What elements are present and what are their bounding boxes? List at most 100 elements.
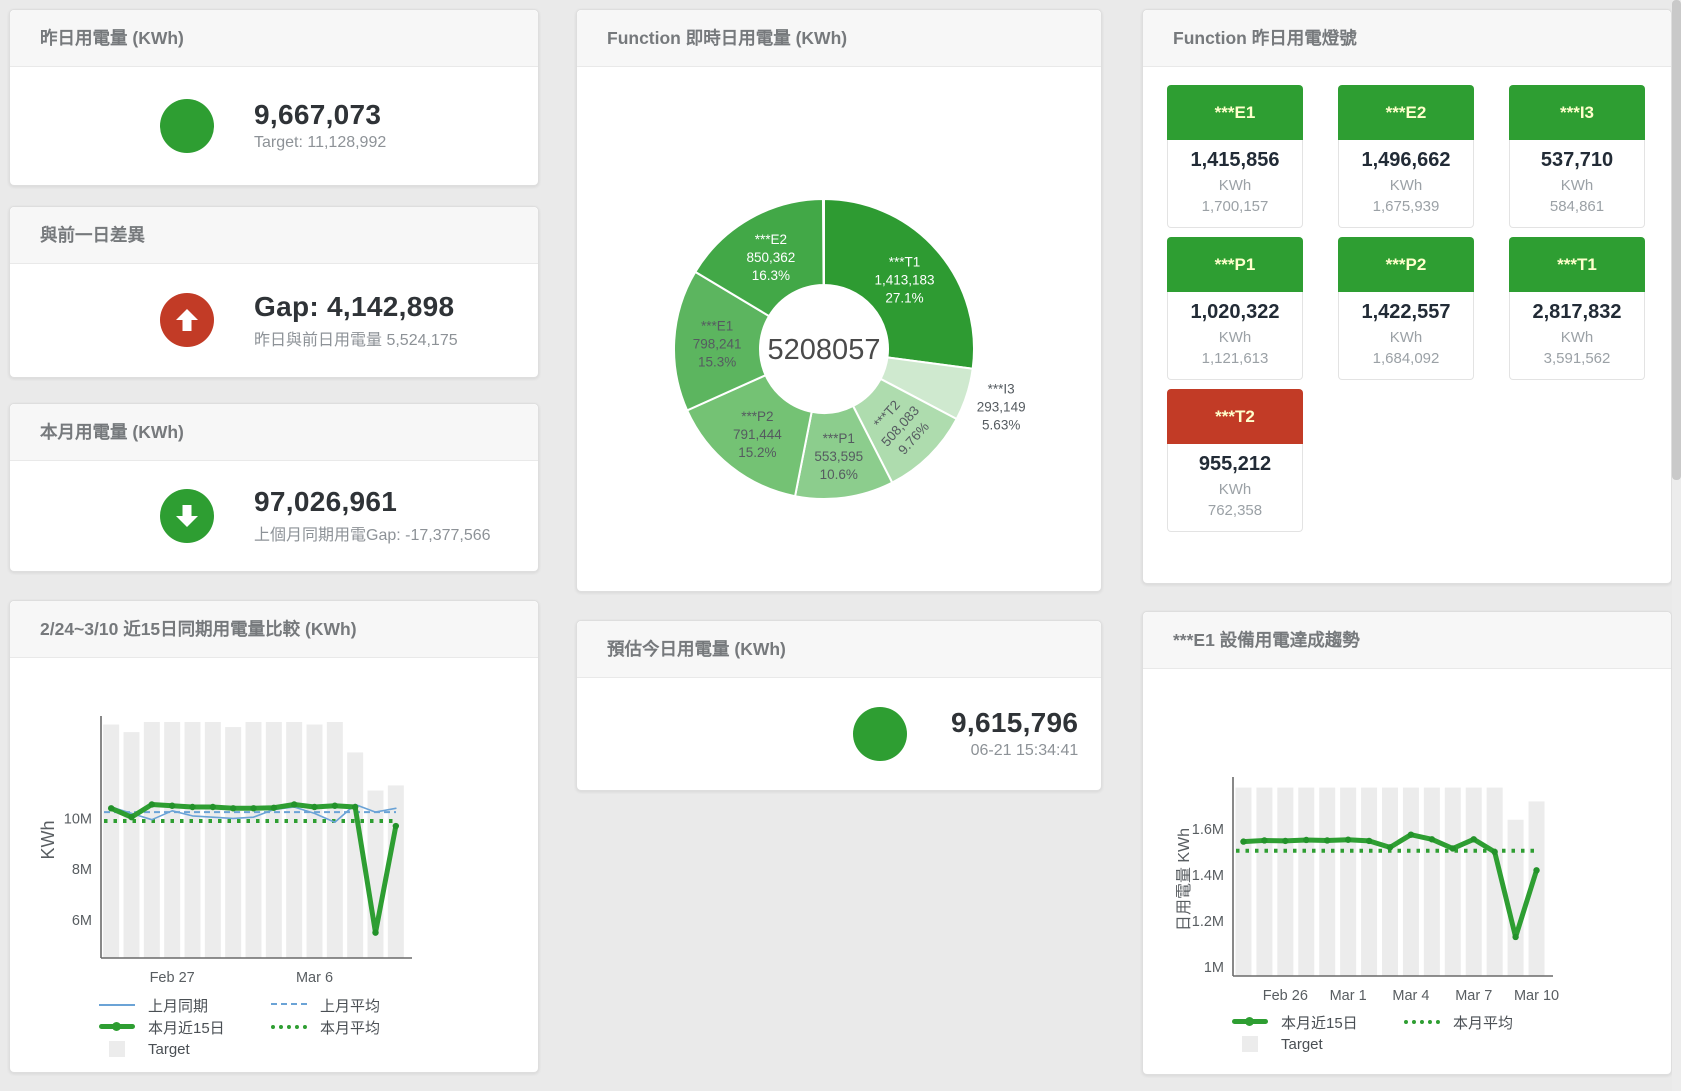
target-bar — [1298, 788, 1314, 976]
card-title: Function 昨日用電燈號 — [1143, 10, 1671, 67]
stat-body: 97,026,961 上個月同期用電Gap: -17,377,566 — [10, 461, 538, 570]
stat-value: 9,667,073 — [254, 99, 386, 131]
target-bar — [1340, 788, 1356, 976]
legend-label: 上月同期 — [148, 995, 208, 1016]
light-tile-I3: ***I3537,710KWh584,861 — [1509, 85, 1645, 228]
tile-status-header: ***E2 — [1338, 85, 1474, 140]
legend-label: Target — [148, 1041, 190, 1058]
y-tick-label: 1.6M — [1192, 822, 1224, 838]
target-bar — [266, 722, 282, 958]
x-tick-label: Feb 26 — [1263, 988, 1308, 1004]
tile-value: 955,212 — [1168, 453, 1302, 476]
stat-body: 9,615,796 06-21 15:34:41 — [577, 678, 1101, 789]
legend-item: Target — [1232, 1036, 1404, 1053]
target-bar — [1424, 788, 1440, 976]
tile-body: 1,020,322KWh1,121,613 — [1167, 292, 1303, 380]
target-bar — [103, 725, 119, 958]
tile-unit: KWh — [1339, 175, 1473, 196]
tile-value: 537,710 — [1510, 149, 1644, 172]
target-bar — [1319, 788, 1335, 976]
legend-item: 本月平均 — [1404, 1012, 1576, 1033]
stat-subtitle: 06-21 15:34:41 — [971, 742, 1079, 760]
donut-center-total: 5208057 — [768, 334, 881, 366]
tile-unit: KWh — [1339, 327, 1473, 348]
tile-status-header: ***I3 — [1509, 85, 1645, 140]
y-tick-label: 1.4M — [1192, 868, 1224, 884]
tile-body: 537,710KWh584,861 — [1509, 140, 1645, 228]
light-tile-P2: ***P2 1,422,557 KWh1,684,092 — [1338, 237, 1474, 380]
target-bar — [185, 722, 201, 958]
comparison-line-chart: 6M8M10MFeb 27Mar 6KWh — [10, 658, 538, 992]
tile-target-value: 1,684,092 — [1339, 348, 1473, 369]
stat-subtitle: Target: 11,128,992 — [254, 134, 386, 152]
y-axis-label: 日用電量 KWh — [1176, 828, 1193, 931]
card-title: 昨日用電量 (KWh) — [10, 10, 538, 67]
stat-body: 9,667,073 Target: 11,128,992 — [10, 67, 538, 184]
target-bar — [124, 732, 140, 958]
legend-item: 上月同期 — [99, 995, 271, 1016]
legend-swatch-dot-green — [1404, 1015, 1440, 1029]
tile-unit: KWh — [1168, 175, 1302, 196]
tile-unit: KWh — [1168, 479, 1302, 500]
stat-body: Gap: 4,142,898 昨日與前日用電量 5,524,175 — [10, 264, 538, 376]
card-realtime-donut: Function 即時日用電量 (KWh) ***T11,413,18327.1… — [576, 9, 1102, 592]
legend-label: 上月平均 — [320, 995, 380, 1016]
card-title: 與前一日差異 — [10, 207, 538, 264]
tile-target-value: 1,700,157 — [1168, 196, 1302, 217]
tile-value: 1,496,662 — [1339, 149, 1473, 172]
arrow-down-icon — [160, 489, 214, 543]
arrow-up-icon — [160, 293, 214, 347]
status-circle-icon — [160, 99, 214, 153]
target-bar — [1466, 788, 1482, 976]
stat-subtitle: 上個月同期用電Gap: -17,377,566 — [254, 521, 491, 545]
x-tick-label: Mar 4 — [1392, 988, 1429, 1004]
card-title: ***E1 設備用電達成趨勢 — [1143, 612, 1671, 669]
stat-value: Gap: 4,142,898 — [254, 291, 458, 323]
light-tile-T2: ***T2955,212KWh762,358 — [1167, 389, 1303, 532]
target-bar — [144, 722, 160, 958]
target-bar — [1382, 788, 1398, 976]
target-bar — [1277, 788, 1293, 976]
card-month-usage: 本月用電量 (KWh) 97,026,961 上個月同期用電Gap: -17,3… — [9, 403, 539, 572]
y-tick-label: 1.2M — [1192, 914, 1224, 930]
y-axis-label: KWh — [38, 820, 58, 859]
status-circle-icon — [853, 707, 907, 761]
scrollbar-thumb[interactable] — [1672, 0, 1681, 480]
tile-status-header: ***E1 — [1167, 85, 1303, 140]
legend-swatch-thin-blue — [99, 998, 135, 1012]
tile-body: 955,212KWh762,358 — [1167, 444, 1303, 532]
y-tick-label: 8M — [72, 862, 92, 878]
target-bar — [1508, 820, 1524, 976]
stat-value: 97,026,961 — [254, 486, 491, 518]
tile-value: 1,415,856 — [1168, 149, 1302, 172]
legend-item: 本月近15日 — [99, 1017, 271, 1038]
legend-item: 上月平均 — [271, 995, 443, 1016]
donut-label: ***I3293,1495.63% — [977, 382, 1026, 433]
tile-status-header: ***P2 — [1338, 237, 1474, 292]
tile-body: 1,422,557 KWh1,684,092 — [1338, 292, 1474, 380]
legend-swatch-box-gray — [1232, 1037, 1268, 1051]
legend-label: 本月近15日 — [1281, 1012, 1358, 1033]
target-bar — [1361, 788, 1377, 976]
chart-legend: 上月同期上月平均本月近15日本月平均Target — [99, 994, 538, 1060]
light-tiles-grid: ***E11,415,856KWh1,700,157***E21,496,662… — [1167, 85, 1671, 532]
target-bar — [225, 727, 241, 958]
stat-subtitle: 昨日與前日用電量 5,524,175 — [254, 326, 458, 350]
target-bar — [327, 722, 343, 958]
tile-target-value: 1,121,613 — [1168, 348, 1302, 369]
tile-unit: KWh — [1510, 175, 1644, 196]
card-day-gap: 與前一日差異 Gap: 4,142,898 昨日與前日用電量 5,524,175 — [9, 206, 539, 378]
card-today-estimate: 預估今日用電量 (KWh) 9,615,796 06-21 15:34:41 — [576, 620, 1102, 791]
tile-status-header: ***P1 — [1167, 237, 1303, 292]
target-bar — [246, 722, 262, 958]
card-title: 2/24~3/10 近15日同期用電量比較 (KWh) — [10, 601, 538, 658]
tile-target-value: 1,675,939 — [1339, 196, 1473, 217]
x-tick-label: Feb 27 — [150, 970, 195, 986]
tile-value: 2,817,832 — [1510, 301, 1644, 324]
tile-value: 1,422,557 — [1339, 301, 1473, 324]
legend-swatch-dot-green — [271, 1020, 307, 1034]
light-tile-E2: ***E2 1,496,662 KWh1,675,939 — [1338, 85, 1474, 228]
dashboard-page: 昨日用電量 (KWh) 9,667,073 Target: 11,128,992… — [0, 0, 1681, 1091]
x-tick-label: Mar 1 — [1330, 988, 1367, 1004]
target-bar — [1403, 788, 1419, 976]
